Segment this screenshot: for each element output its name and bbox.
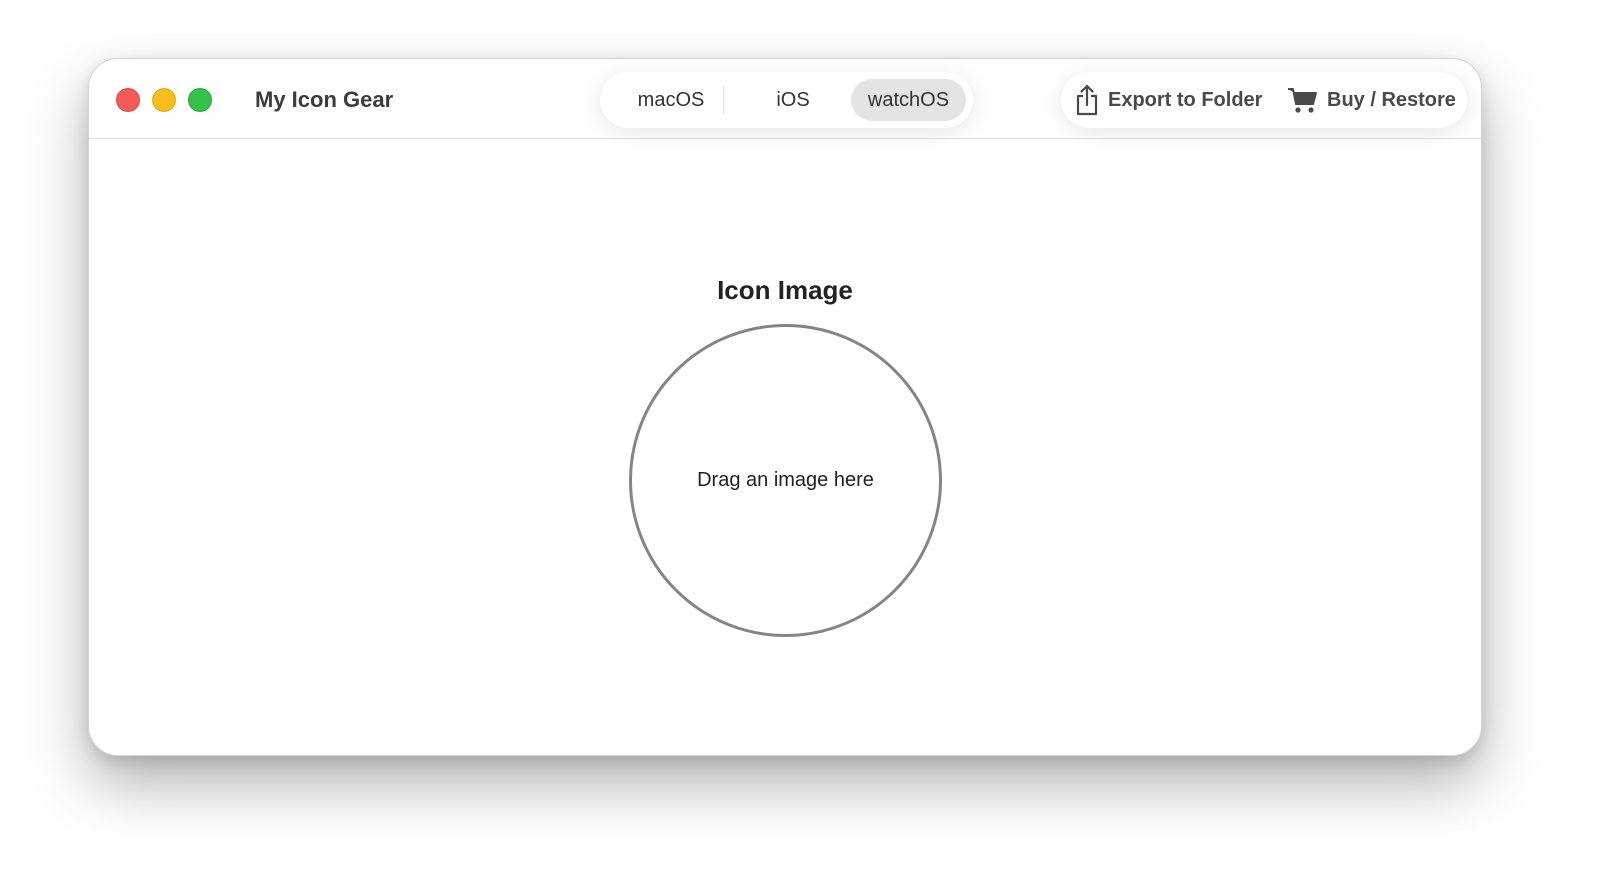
tab-ios[interactable]: iOS — [735, 79, 851, 121]
app-title: My Icon Gear — [255, 87, 394, 112]
tab-macos[interactable]: macOS — [611, 79, 731, 121]
export-to-folder-label: Export to Folder — [1108, 88, 1263, 111]
tab-watchos[interactable]: watchOS — [851, 79, 966, 121]
buy-restore-button[interactable]: Buy / Restore — [1287, 80, 1456, 120]
buy-restore-label: Buy / Restore — [1327, 88, 1456, 111]
share-export-icon — [1074, 84, 1100, 116]
maximize-window-button[interactable] — [188, 88, 212, 112]
toolbar-actions: Export to Folder Buy / Restore — [1061, 72, 1467, 128]
section-title: Icon Image — [717, 275, 853, 305]
main-content: Icon Image Drag an image here — [89, 140, 1481, 755]
export-to-folder-button[interactable]: Export to Folder — [1074, 80, 1262, 120]
titlebar: My Icon Gear macOS iOS watchOS Export to… — [89, 59, 1481, 139]
minimize-window-button[interactable] — [152, 88, 176, 112]
app-window: My Icon Gear macOS iOS watchOS Export to… — [88, 58, 1482, 756]
cart-icon — [1287, 86, 1319, 114]
platform-segmented-control: macOS iOS watchOS — [600, 72, 973, 128]
close-window-button[interactable] — [116, 88, 140, 112]
desktop-background: My Icon Gear macOS iOS watchOS Export to… — [0, 0, 1600, 889]
drop-zone-label: Drag an image here — [697, 469, 874, 491]
image-drop-zone[interactable]: Drag an image here — [629, 324, 942, 637]
segment-divider — [723, 86, 724, 114]
